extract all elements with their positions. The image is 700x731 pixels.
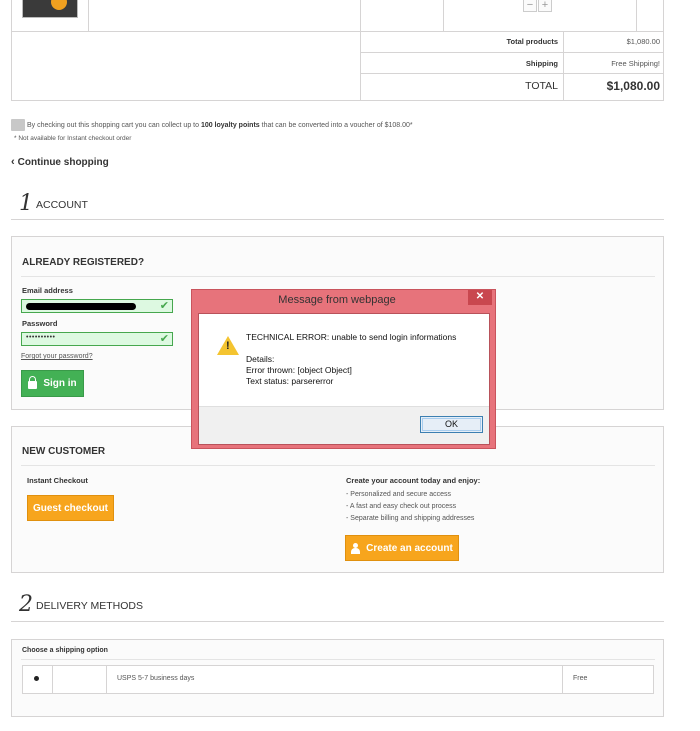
login-title: ALREADY REGISTERED? xyxy=(22,257,145,268)
shipping-option-row[interactable]: USPS 5-7 business days Free xyxy=(22,665,654,694)
shipping-value: Free Shipping! xyxy=(611,59,660,68)
warning-icon: ! xyxy=(217,336,239,355)
new-customer-title: NEW CUSTOMER xyxy=(22,446,106,457)
product-cell-divider xyxy=(636,0,637,31)
close-icon[interactable]: ✕ xyxy=(468,290,492,305)
create-account-label: Create an account xyxy=(366,542,453,554)
loyalty-points: 100 loyalty points xyxy=(200,121,260,129)
create-account-button[interactable]: Create an account xyxy=(345,535,459,561)
dialog-text-status: Text status: parsererror xyxy=(246,376,334,386)
redacted-email xyxy=(26,303,136,310)
email-label: Email address xyxy=(22,286,73,295)
cart-summary-table: − + Total products $1,080.00 Shipping Fr… xyxy=(11,0,664,101)
row-divider xyxy=(360,73,663,74)
product-cell xyxy=(443,0,516,31)
password-label: Password xyxy=(22,319,58,328)
shipping-option-price: Free xyxy=(573,675,588,682)
guest-checkout-button[interactable]: Guest checkout xyxy=(27,495,114,521)
sign-in-label: Sign in xyxy=(43,378,77,389)
dialog-body: ! TECHNICAL ERROR: unable to send login … xyxy=(198,313,490,445)
dialog-footer: OK xyxy=(199,406,489,444)
loyalty-message: By checking out this shopping cart you c… xyxy=(11,119,413,131)
step-number-account: 1 xyxy=(19,191,33,216)
dialog-message: TECHNICAL ERROR: unable to send login in… xyxy=(246,332,457,342)
check-icon: ✔ xyxy=(159,300,169,312)
choose-shipping-label: Choose a shipping option xyxy=(22,647,108,654)
step-title-delivery: DELIVERY METHODS xyxy=(36,600,143,612)
panel-divider xyxy=(21,276,655,277)
step-title-account: ACCOUNT xyxy=(36,199,88,211)
ok-button[interactable]: OK xyxy=(420,416,483,433)
product-thumbnail[interactable] xyxy=(22,0,78,18)
totals-divider xyxy=(360,31,361,100)
dialog-error-thrown: Error thrown: [object Object] xyxy=(246,365,352,375)
shipping-label: Shipping xyxy=(525,59,558,68)
step-number-delivery: 2 xyxy=(19,592,33,617)
row-divider xyxy=(360,52,663,53)
benefit-item: - A fast and easy check out process xyxy=(346,503,457,510)
instant-checkout-label: Instant Checkout xyxy=(27,476,88,485)
qty-increase-button[interactable]: + xyxy=(538,0,552,12)
total-products-label: Total products xyxy=(506,37,558,46)
dialog-details: Details: xyxy=(246,354,275,364)
forgot-password-link[interactable]: Forgot your password? xyxy=(21,353,93,360)
section-divider xyxy=(11,621,664,622)
email-field[interactable]: ✔ xyxy=(21,299,173,313)
check-icon: ✔ xyxy=(159,333,169,345)
lock-icon xyxy=(28,376,38,389)
shipping-radio[interactable] xyxy=(34,676,39,681)
total-value: $1,080.00 xyxy=(606,79,660,93)
loyalty-note: * Not available for Instant checkout ord… xyxy=(14,135,132,142)
create-account-heading: Create your account today and enjoy: xyxy=(346,476,481,485)
product-cell xyxy=(360,0,443,31)
flag-icon xyxy=(11,119,25,131)
totals-divider xyxy=(563,31,564,100)
qty-decrease-button[interactable]: − xyxy=(523,0,537,12)
continue-shopping-link[interactable]: ‹ Continue shopping xyxy=(11,156,109,168)
chevron-left-icon: ‹ xyxy=(11,156,15,168)
benefit-item: - Personalized and secure access xyxy=(346,491,452,498)
continue-shopping-label: Continue shopping xyxy=(17,157,109,168)
section-divider xyxy=(11,219,664,220)
total-label: TOTAL xyxy=(525,80,558,92)
user-icon xyxy=(351,542,361,554)
panel-divider xyxy=(21,465,655,466)
password-field[interactable]: •••••••••• ✔ xyxy=(21,332,173,346)
password-value: •••••••••• xyxy=(26,334,56,341)
message-dialog: Message from webpage ✕ ! TECHNICAL ERROR… xyxy=(191,289,496,449)
shipping-option-name: USPS 5-7 business days xyxy=(117,675,195,682)
sign-in-button[interactable]: Sign in xyxy=(21,370,84,397)
panel-divider xyxy=(21,659,655,660)
benefit-item: - Separate billing and shipping addresse… xyxy=(346,515,475,522)
dialog-title: Message from webpage xyxy=(278,294,396,306)
loyalty-text-suffix: that can be converted into a voucher of … xyxy=(259,121,413,129)
loyalty-text: By checking out this shopping cart you c… xyxy=(27,121,201,129)
row-divider xyxy=(12,31,663,32)
total-products-value: $1,080.00 xyxy=(626,37,660,46)
